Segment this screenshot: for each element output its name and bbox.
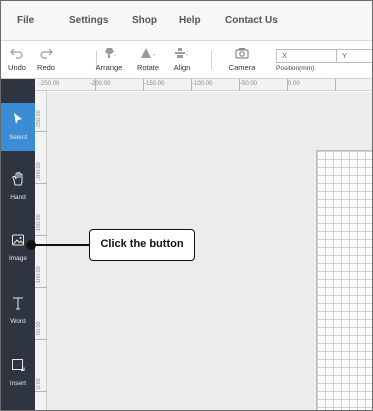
- sidebar-item-word[interactable]: Word: [1, 287, 35, 335]
- ruler-label: -50.00: [240, 81, 258, 87]
- menu-file[interactable]: File: [17, 1, 34, 41]
- ruler-tick: [35, 183, 47, 184]
- sidebar-item-hand[interactable]: Hand: [1, 163, 35, 211]
- redo-icon: [31, 46, 61, 60]
- camera-label: Camera: [228, 63, 256, 72]
- app-window: File Settings Shop Help Contact Us Undo …: [0, 0, 373, 411]
- ruler-tick: [35, 339, 47, 340]
- align-icon: [167, 46, 197, 60]
- sidebar-item-select[interactable]: Select: [1, 103, 35, 151]
- align-button[interactable]: Align: [167, 41, 197, 79]
- redo-button[interactable]: Redo: [31, 41, 61, 79]
- callout-label: Click the button: [89, 229, 195, 261]
- ruler-label: -250.00: [39, 81, 60, 87]
- ruler-tick: [35, 131, 47, 132]
- sidebar-item-label: Select: [8, 134, 28, 141]
- ruler-label: -100.00: [192, 81, 213, 87]
- redo-label: Redo: [37, 63, 55, 72]
- camera-button[interactable]: Camera: [220, 41, 264, 79]
- rotate-icon: [131, 46, 165, 60]
- arrange-button[interactable]: Arrange: [87, 41, 131, 79]
- hand-icon: [1, 171, 35, 187]
- sidebar-item-label: Hand: [10, 194, 26, 201]
- rotate-label: Rotate: [136, 63, 160, 72]
- ruler-tick: [35, 235, 47, 236]
- arrange-label: Arrange: [95, 63, 123, 72]
- menu-help[interactable]: Help: [179, 1, 201, 41]
- ruler-label: -250.00: [36, 110, 42, 129]
- ruler-label: -150.00: [36, 214, 42, 233]
- undo-icon: [3, 46, 31, 60]
- arrange-icon: [87, 46, 131, 60]
- sidebar-item-label: Word: [10, 318, 26, 325]
- ruler-label: 0.00: [288, 81, 300, 87]
- menu-settings[interactable]: Settings: [69, 1, 108, 41]
- ruler-tick: [35, 391, 47, 392]
- sidebar-item-label: Image: [8, 255, 28, 262]
- toolbar-separator: [211, 51, 212, 69]
- sidebar-item-insert[interactable]: Insert: [1, 349, 35, 397]
- ruler-label: -200.00: [36, 162, 42, 181]
- ruler-label: -200.00: [90, 81, 111, 87]
- menu-contact-us[interactable]: Contact Us: [225, 1, 278, 41]
- undo-button[interactable]: Undo: [3, 41, 31, 79]
- insert-shape-icon: [1, 357, 35, 373]
- cursor-arrow-icon: [1, 111, 35, 127]
- sidebar-item-label: Insert: [9, 380, 27, 387]
- workspace-grid[interactable]: [316, 150, 372, 410]
- camera-icon: [220, 46, 264, 60]
- menubar: File Settings Shop Help Contact Us: [1, 1, 372, 41]
- ruler-tick: [335, 79, 336, 91]
- ruler-tick: [35, 287, 47, 288]
- vertical-ruler: -250.00 -200.00 -150.00 -100.00 -50.00 0…: [35, 91, 47, 410]
- ruler-label: -150.00: [144, 81, 165, 87]
- ruler-label: -100.00: [36, 266, 42, 285]
- ruler-label: 0.00: [36, 378, 42, 389]
- menu-shop[interactable]: Shop: [132, 1, 157, 41]
- text-icon: [1, 295, 35, 311]
- undo-label: Undo: [8, 63, 26, 72]
- position-unit-label: Position(mm): [276, 65, 315, 72]
- ruler-label: -50.00: [36, 321, 42, 337]
- horizontal-ruler: -250.00 -200.00 -150.00 -100.00 -50.00 0…: [35, 79, 372, 91]
- y-position-field[interactable]: Y: [336, 49, 372, 63]
- align-label: Align: [173, 63, 191, 72]
- callout-pointer-dot: [26, 240, 36, 250]
- callout-pointer-line: [31, 244, 89, 246]
- rotate-button[interactable]: Rotate: [131, 41, 165, 79]
